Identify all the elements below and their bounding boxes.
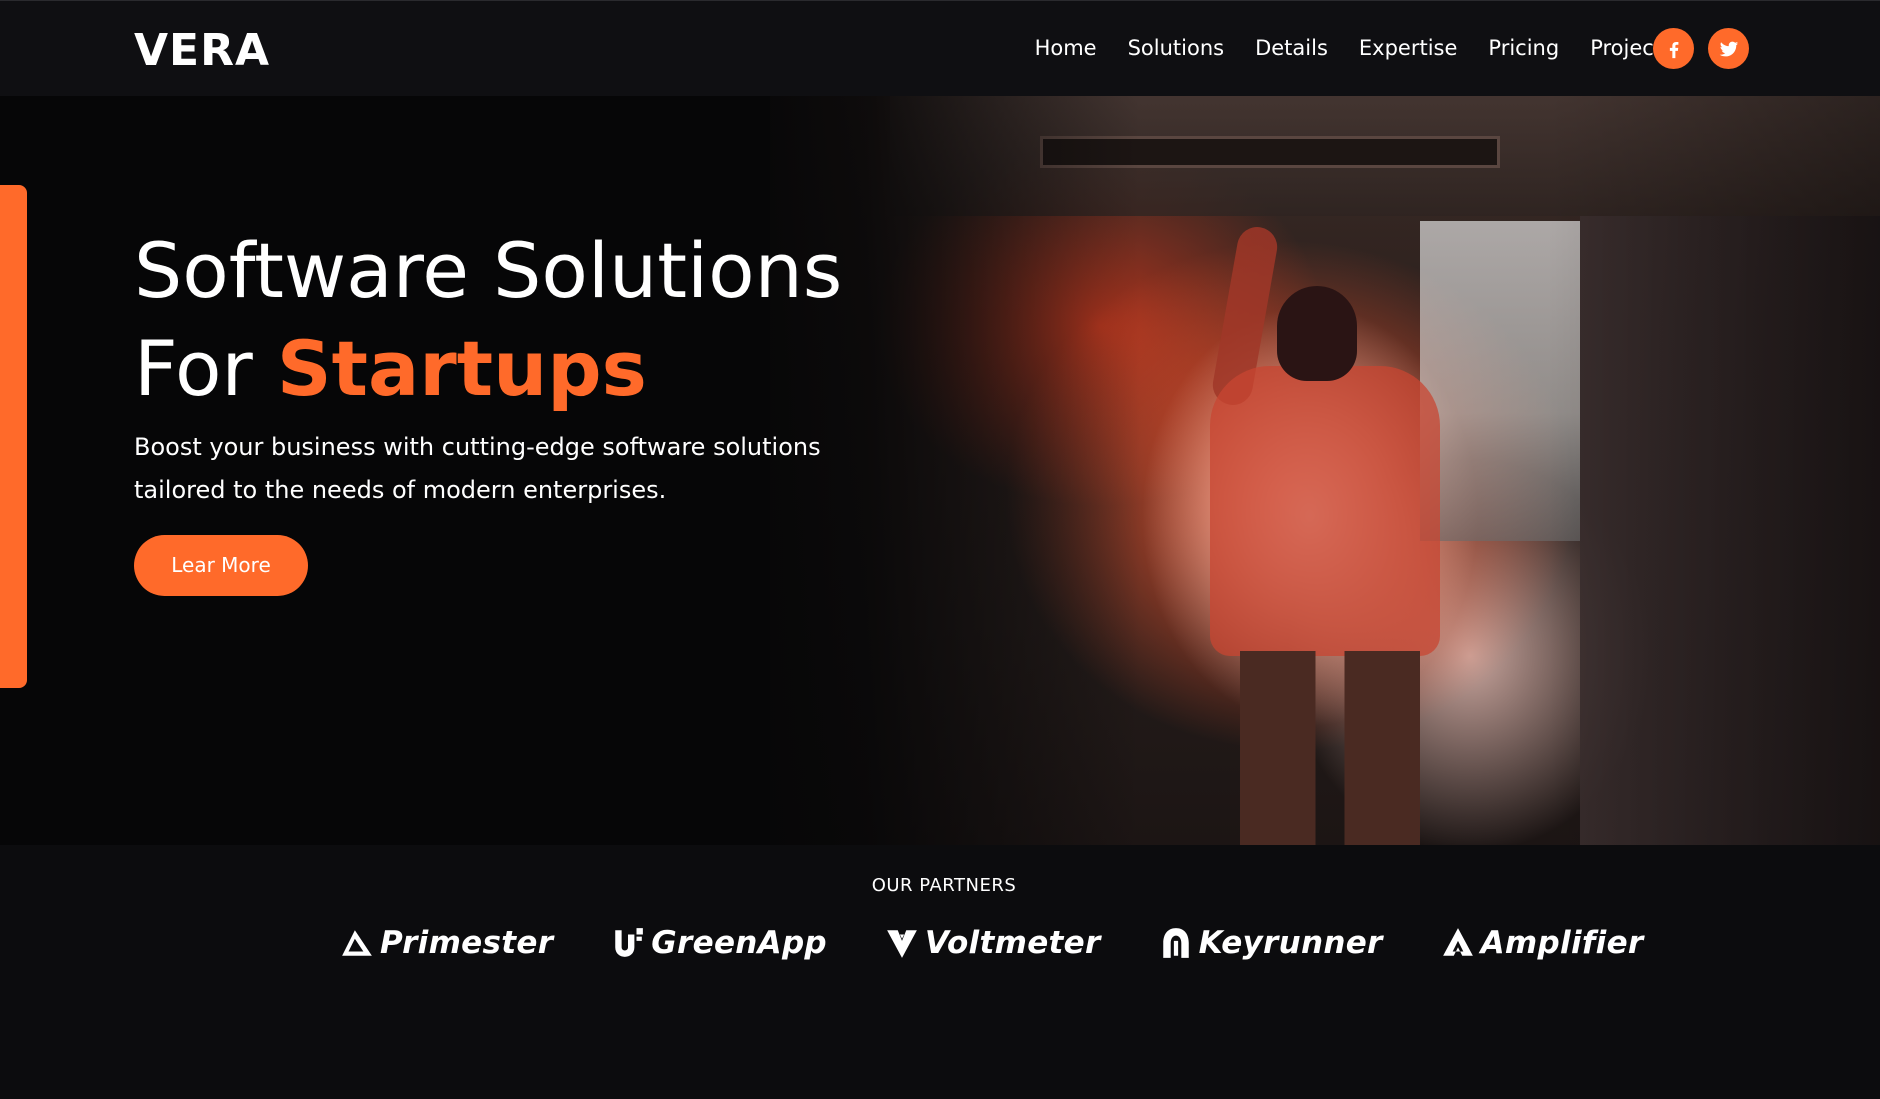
twitter-button[interactable] [1708, 28, 1749, 69]
nav-details[interactable]: Details [1255, 31, 1328, 65]
partner-amplifier[interactable]: Amplifier [1441, 925, 1644, 961]
primester-logo-icon [342, 930, 372, 956]
greenapp-logo-icon [615, 928, 644, 957]
partners-section: OUR PARTNERS Primester GreenApp Voltmete… [0, 845, 1880, 1099]
nav-solutions[interactable]: Solutions [1128, 31, 1225, 65]
facebook-button[interactable] [1653, 28, 1694, 69]
partners-title: OUR PARTNERS [871, 875, 1017, 896]
partner-name: Voltmeter [924, 925, 1101, 961]
landing-page: VERA Home Solutions Details Expertise Pr… [0, 0, 1880, 1099]
partner-logos: Primester GreenApp Voltmeter Keyrunner A… [340, 925, 1644, 961]
partner-voltmeter[interactable]: Voltmeter [885, 925, 1101, 961]
hero-title-accent: Startups [276, 324, 647, 413]
accent-bar [0, 185, 27, 688]
nav-links: Home Solutions Details Expertise Pricing… [1035, 31, 1673, 65]
partner-name: GreenApp [651, 925, 827, 961]
partner-keyrunner[interactable]: Keyrunner [1159, 925, 1383, 961]
nav-pricing[interactable]: Pricing [1488, 31, 1559, 65]
brand-logo[interactable]: VERA [134, 27, 270, 75]
partner-name: Primester [380, 925, 554, 961]
partner-name: Keyrunner [1198, 925, 1383, 961]
hero-title: Software Solutions For Startups [134, 222, 1034, 418]
learn-more-button[interactable]: Lear More [134, 535, 308, 596]
hero-section: Software Solutions For Startups Boost yo… [0, 96, 1880, 845]
hero-title-line1: Software Solutions [134, 226, 843, 315]
partner-greenapp[interactable]: GreenApp [611, 925, 827, 961]
voltmeter-logo-icon [887, 930, 917, 958]
hero-subtitle: Boost your business with cutting-edge so… [134, 433, 821, 504]
nav-expertise[interactable]: Expertise [1359, 31, 1458, 65]
nav-home[interactable]: Home [1035, 31, 1097, 65]
facebook-icon [1669, 41, 1678, 58]
keyrunner-logo-icon [1162, 928, 1189, 958]
amplifier-logo-icon [1442, 928, 1473, 956]
hero-title-prefix: For [134, 324, 277, 413]
partner-primester[interactable]: Primester [340, 925, 553, 961]
twitter-icon [1719, 41, 1738, 56]
partner-name: Amplifier [1480, 925, 1644, 961]
navbar: VERA Home Solutions Details Expertise Pr… [0, 0, 1880, 96]
social-links [1653, 28, 1749, 69]
